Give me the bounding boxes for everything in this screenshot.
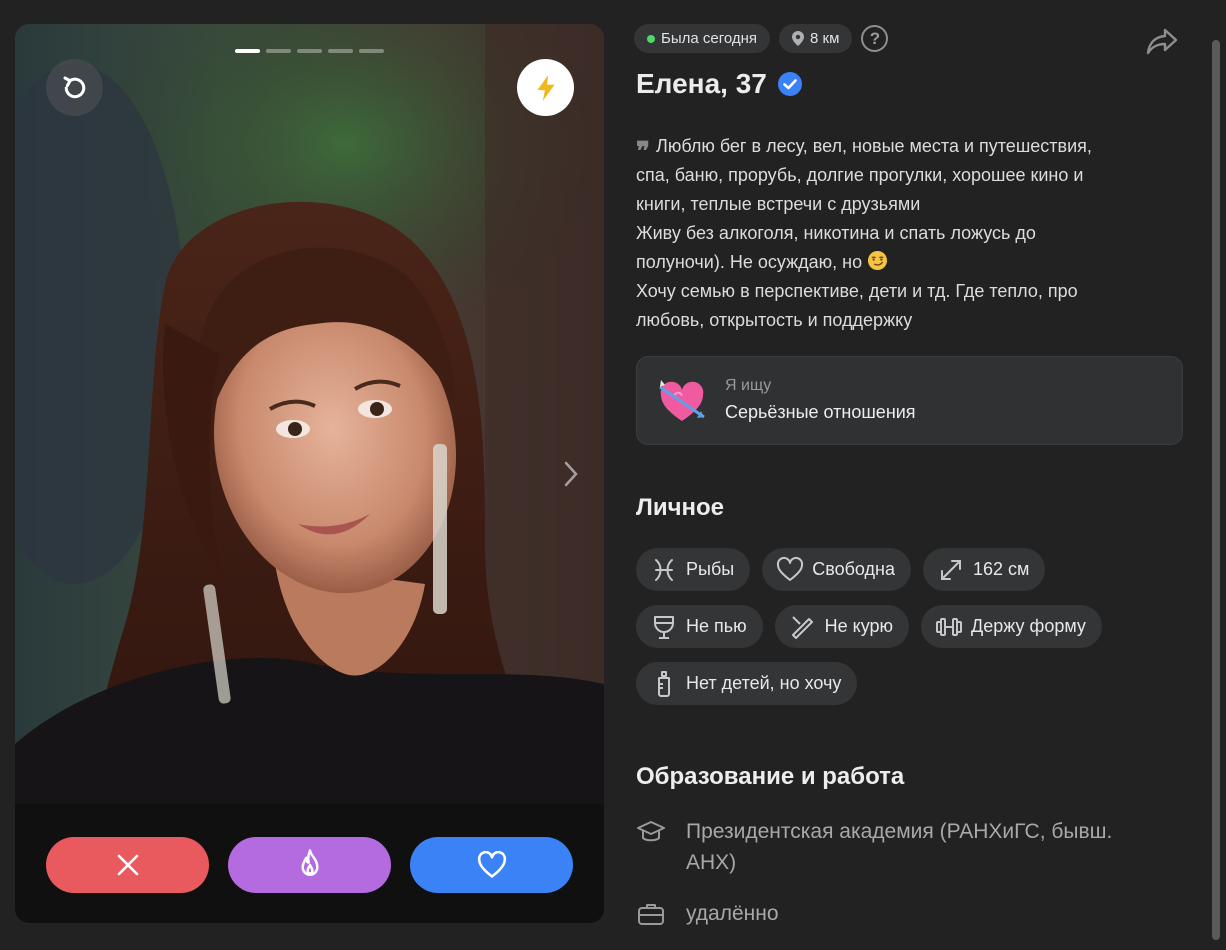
about-line-text: Люблю бег в лесу, вел, новые места и пут… [656, 136, 1092, 156]
superlike-button[interactable] [228, 837, 391, 893]
no-smoking-icon [791, 615, 813, 639]
chip-smoking: Не курю [774, 605, 910, 648]
online-dot-icon [647, 34, 655, 43]
distance-badge: 8 км [779, 24, 853, 53]
baby-bottle-icon [658, 670, 670, 697]
education-school: Президентская академия (РАНХиГС, бывш. А… [686, 816, 1112, 878]
photo-progress-segment[interactable] [266, 49, 291, 53]
location-pin-icon [792, 31, 805, 46]
about-line: Хочу семью в перспективе, дети и тд. Где… [636, 281, 1078, 301]
looking-for-value: Серьёзные отношения [725, 402, 916, 422]
photo-progress-segment[interactable] [328, 49, 353, 53]
chip-label: Не пью [686, 616, 747, 636]
undo-button[interactable] [46, 59, 103, 116]
graduation-cap-icon [637, 821, 665, 842]
about-line: книги, теплые встречи с друзьями [636, 194, 921, 214]
chevron-right-icon [564, 461, 578, 487]
personal-section-title: Личное [636, 494, 725, 521]
expand-icon [940, 559, 961, 580]
scrollbar[interactable] [1212, 40, 1220, 940]
chip-label: Нет детей, но хочу [686, 673, 842, 693]
chip-label: 162 см [972, 559, 1030, 579]
pisces-icon [655, 558, 673, 581]
about-text: ❞ Люблю бег в лесу, вел, новые места и пу… [636, 130, 1176, 335]
share-button[interactable] [1145, 26, 1179, 61]
education-school-line: АНХ) [686, 851, 737, 874]
chip-label: Свободна [812, 559, 895, 579]
chip-alcohol: Не пью [636, 605, 763, 648]
work-row: удалённо [636, 898, 779, 929]
chip-children: Нет детей, но хочу [636, 662, 858, 705]
looking-for-card: Я ищу Серьёзные отношения [636, 356, 1183, 445]
name-row: Елена, 37 [636, 68, 803, 100]
chip-relationship: Свободна [762, 548, 911, 591]
boost-button[interactable] [517, 59, 574, 116]
smirk-emoji-icon [868, 250, 888, 271]
flame-icon [301, 849, 318, 876]
help-icon[interactable]: ? [861, 25, 889, 52]
distance-text: 8 км [810, 30, 840, 47]
photo-progress-segment[interactable] [297, 49, 322, 53]
undo-icon [63, 76, 85, 98]
like-button[interactable] [410, 837, 573, 893]
chip-sport: Держу форму [921, 605, 1102, 648]
share-icon [1146, 28, 1178, 55]
status-row: Была сегодня 8 км ? [634, 24, 889, 53]
heart-arrow-icon [659, 380, 705, 421]
profile-photo [15, 24, 604, 923]
chip-zodiac: Рыбы [636, 548, 751, 591]
verified-icon [777, 72, 802, 96]
dislike-button[interactable] [46, 837, 209, 893]
lightning-icon [536, 74, 555, 101]
glass-icon [654, 615, 674, 639]
close-icon [117, 854, 138, 876]
education-school-row: Президентская академия (РАНХиГС, бывш. А… [636, 816, 1112, 878]
chip-label: Рыбы [686, 559, 735, 579]
online-status-badge: Была сегодня [634, 24, 771, 53]
about-line: спа, баню, прорубь, долгие прогулки, хор… [636, 165, 1084, 185]
about-line: любовь, открытость и поддержку [636, 310, 913, 330]
education-section-title: Образование и работа [636, 763, 905, 790]
looking-for-label: Я ищу [725, 377, 772, 394]
profile-photo-card[interactable] [15, 24, 604, 923]
photo-progress-segment[interactable] [235, 49, 260, 53]
heart-icon [477, 851, 506, 878]
about-line: полуночи). Не осуждаю, но [636, 248, 1176, 277]
next-photo-button[interactable] [560, 460, 582, 488]
photo-progress-segment[interactable] [359, 49, 384, 53]
photo-progress [235, 49, 384, 53]
personal-chips: Рыбы Свободна 162 см Не пью Не курю Держ… [636, 548, 1196, 719]
profile-name: Елена, 37 [636, 68, 767, 99]
chip-label: Держу форму [971, 616, 1086, 636]
about-line: ❞ Люблю бег в лесу, вел, новые места и пу… [636, 130, 1176, 167]
dumbbell-icon [936, 617, 963, 636]
chip-label: Не курю [824, 616, 894, 636]
about-line: Живу без алкоголя, никотина и спать ложу… [636, 223, 1036, 243]
briefcase-icon [638, 904, 664, 925]
heart-outline-icon [777, 556, 804, 581]
quote-icon: ❞ [636, 137, 650, 167]
about-line-text: полуночи). Не осуждаю, но [636, 252, 863, 272]
online-status-text: Была сегодня [661, 30, 758, 47]
education-school-line: Президентская академия (РАНХиГС, бывш. [686, 820, 1113, 843]
work-text: удалённо [686, 902, 779, 925]
chip-height: 162 см [922, 548, 1046, 591]
